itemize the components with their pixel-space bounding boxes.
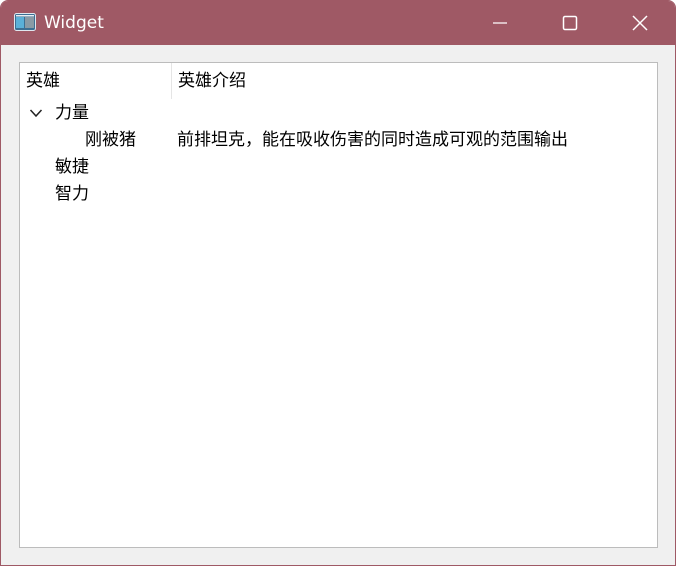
minimize-icon [493, 22, 507, 24]
tree-row-strength[interactable]: 力量 [20, 100, 657, 127]
maximize-button[interactable] [535, 1, 605, 45]
tree-item-label: 敏捷 [55, 157, 89, 177]
tree-item-label: 力量 [55, 103, 89, 123]
close-icon [632, 15, 648, 31]
maximize-icon [562, 15, 578, 31]
header-hero-column[interactable]: 英雄 [20, 63, 171, 99]
tree-header: 英雄 英雄介绍 [20, 63, 657, 99]
tree-row-intelligence[interactable]: 智力 [20, 181, 657, 208]
close-button[interactable] [605, 1, 675, 45]
title-bar[interactable]: Widget [1, 1, 675, 45]
tree-item-label: 智力 [55, 184, 89, 204]
tree-row-hero[interactable]: 刚被猪 前排坦克，能在吸收伤害的同时造成可观的范围输出 [20, 127, 657, 154]
chevron-down-icon[interactable] [29, 108, 43, 118]
widget-app-icon [14, 13, 36, 31]
minimize-button[interactable] [465, 1, 535, 45]
header-description-column[interactable]: 英雄介绍 [171, 63, 657, 99]
tree-item-label: 刚被猪 [85, 130, 136, 150]
tree-row-agility[interactable]: 敏捷 [20, 154, 657, 181]
hero-tree-view[interactable]: 英雄 英雄介绍 力量 刚被猪 前排坦克，能在吸收伤害的同时造成可观的范围输出 敏… [19, 62, 658, 548]
window-title: Widget [44, 13, 104, 33]
tree-item-description: 前排坦克，能在吸收伤害的同时造成可观的范围输出 [177, 130, 568, 150]
app-window: Widget 英雄 英雄介绍 力量 刚被猪 前排坦克，能在吸收伤害的同时造成可观… [0, 0, 676, 566]
